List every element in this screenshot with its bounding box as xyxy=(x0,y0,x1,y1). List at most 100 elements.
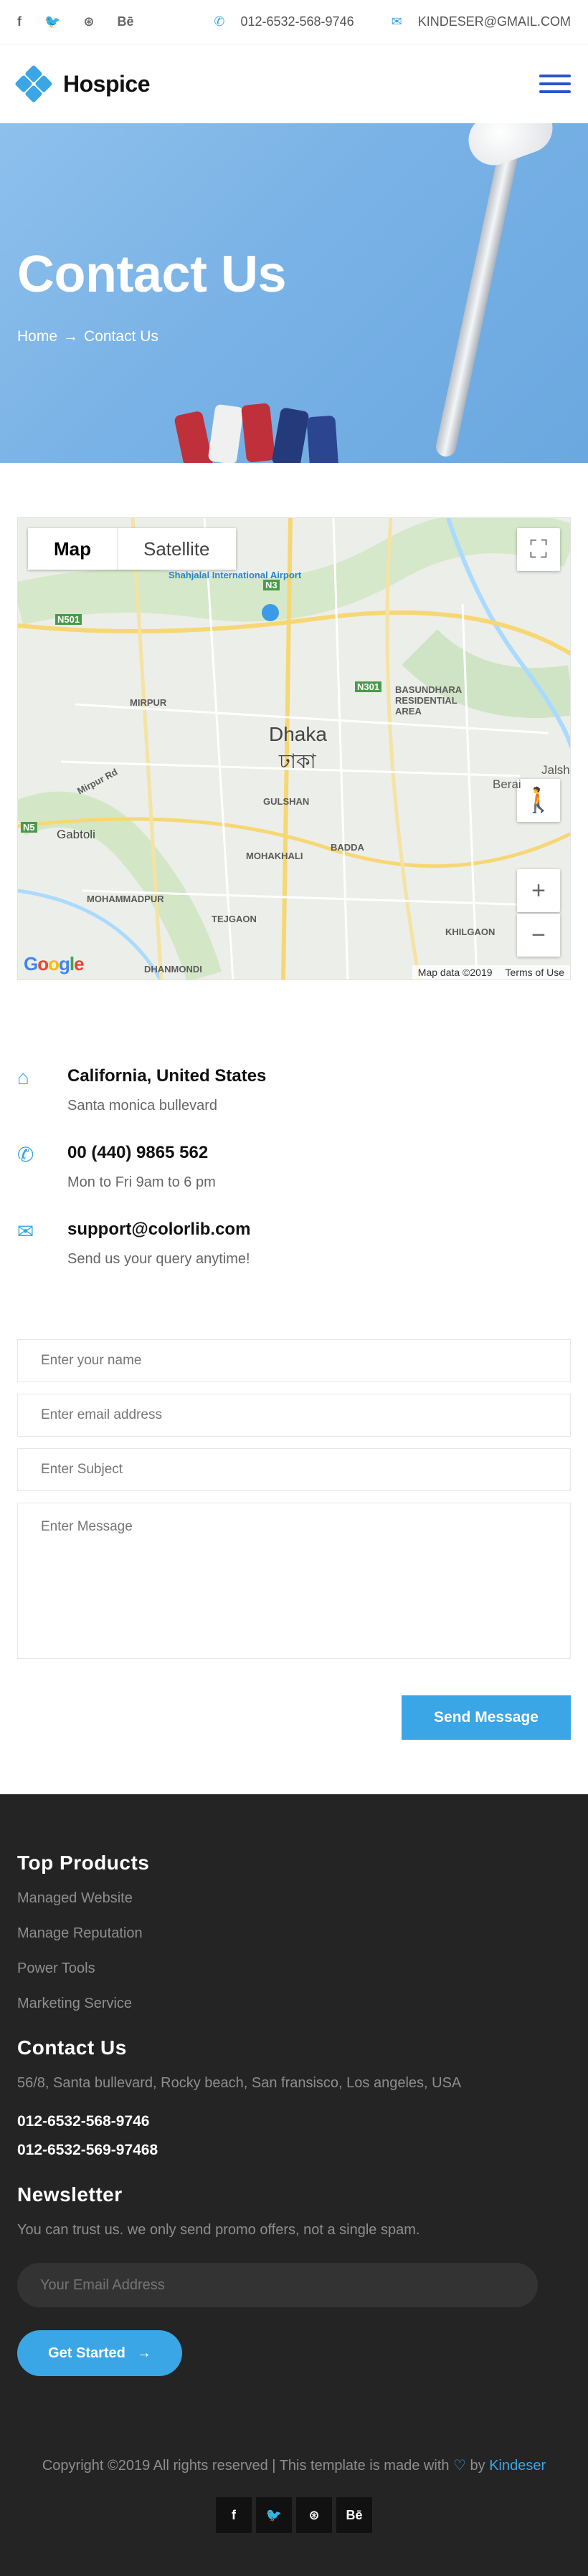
map-label-mohakhali: MOHAKHALI xyxy=(246,851,303,861)
behance-icon[interactable]: Bē xyxy=(336,2497,372,2533)
dribbble-icon[interactable]: ⊛ xyxy=(83,14,94,29)
site-header: Hospice xyxy=(0,44,588,123)
road-badge-n5: N5 xyxy=(21,822,37,833)
product-link[interactable]: Power Tools xyxy=(17,1960,571,1977)
behance-icon[interactable]: Bē xyxy=(118,14,134,29)
google-logo: Google xyxy=(24,953,85,975)
footer-products: Top Products Managed Website Manage Repu… xyxy=(17,1852,571,2012)
zoom-out-button[interactable]: − xyxy=(517,914,560,957)
menu-icon[interactable] xyxy=(539,75,571,93)
email-input[interactable] xyxy=(17,1394,571,1437)
twitter-icon[interactable]: 🐦 xyxy=(256,2497,292,2533)
hero-banner: Contact Us Home → Contact Us xyxy=(0,123,588,463)
toy-blocks-image xyxy=(172,398,359,463)
map-label-mirpur: MIRPUR xyxy=(130,697,167,708)
product-link[interactable]: Manage Reputation xyxy=(17,1925,571,1942)
map-label-badda: BADDA xyxy=(331,842,364,853)
map-label-dhaka-bn: ঢাকা xyxy=(279,750,316,772)
breadcrumb-current: Contact Us xyxy=(84,328,158,345)
map-label-berai: Berai xyxy=(493,777,521,791)
address-title: California, United States xyxy=(67,1066,267,1086)
email-title[interactable]: support@colorlib.com xyxy=(67,1220,250,1240)
map-label-gulshan: GULSHAN xyxy=(263,796,310,807)
mail-icon: ✉ xyxy=(17,1220,34,1242)
copyright-brand-link[interactable]: Kindeser xyxy=(489,2458,546,2474)
road-badge-n3: N3 xyxy=(263,580,280,590)
copyright-text: Copyright ©2019 All rights reserved | Th… xyxy=(42,2458,450,2474)
top-phone-text: 012-6532-568-9746 xyxy=(240,14,354,29)
footer-phone-1[interactable]: 012-6532-568-9746 xyxy=(17,2113,571,2130)
zoom-in-button[interactable]: + xyxy=(517,869,560,912)
newsletter-email-input[interactable] xyxy=(17,2263,538,2307)
map-label-gabtoli: Gabtoli xyxy=(57,828,95,841)
map-label-airport: Shahjalal International Airport xyxy=(169,570,302,580)
map-label-basundhara: BASUNDHARA RESIDENTIAL AREA xyxy=(395,684,462,717)
home-icon: ⌂ xyxy=(17,1066,29,1088)
breadcrumb-home[interactable]: Home xyxy=(17,328,57,345)
page-title: Contact Us xyxy=(17,246,287,303)
contact-info: ⌂ California, United States Santa monica… xyxy=(0,980,588,1268)
dribbble-icon[interactable]: ⊛ xyxy=(296,2497,332,2533)
phone-icon: ✆ xyxy=(214,14,225,29)
message-input[interactable] xyxy=(17,1503,571,1659)
copyright: Copyright ©2019 All rights reserved | Th… xyxy=(17,2456,571,2474)
contact-email: ✉ support@colorlib.com Send us your quer… xyxy=(17,1220,571,1268)
facebook-icon[interactable]: f xyxy=(216,2497,252,2533)
footer-contact: Contact Us 56/8, Santa bullevard, Rocky … xyxy=(17,2036,571,2159)
mail-icon: ✉ xyxy=(391,14,402,29)
fullscreen-icon[interactable]: ⛶ xyxy=(517,528,560,571)
newsletter-desc: You can trust us. we only send promo off… xyxy=(17,2222,420,2238)
map-label-jalsh: Jalsh xyxy=(541,763,570,777)
email-desc: Send us your query anytime! xyxy=(67,1251,250,1267)
footer-phone-2[interactable]: 012-6532-569-97468 xyxy=(17,2142,571,2159)
phone-title[interactable]: 00 (440) 9865 562 xyxy=(67,1143,216,1163)
twitter-icon[interactable]: 🐦 xyxy=(44,14,60,29)
top-email[interactable]: ✉ KINDESER@GMAIL.COM xyxy=(392,14,571,29)
map-tab[interactable]: Map xyxy=(28,528,118,570)
get-started-button[interactable]: Get Started → xyxy=(17,2330,182,2376)
road-badge-n301: N301 xyxy=(355,681,382,692)
name-input[interactable] xyxy=(17,1339,571,1382)
top-contacts: ✆ 012-6532-568-9746 ✉ KINDESER@GMAIL.COM xyxy=(214,14,571,29)
arrow-right-icon: → xyxy=(63,328,79,345)
phone-icon: ✆ xyxy=(17,1144,34,1166)
footer: Top Products Managed Website Manage Repu… xyxy=(0,1794,588,2576)
map-label-mohammadpur: MOHAMMADPUR xyxy=(87,894,164,904)
road-badge-n501: N501 xyxy=(55,614,82,625)
logo-icon xyxy=(14,64,53,103)
top-phone[interactable]: ✆ 012-6532-568-9746 xyxy=(214,14,354,29)
map[interactable]: Map Satellite ⛶ 🚶 + − Shahjalal Internat… xyxy=(17,517,571,980)
contact-phone: ✆ 00 (440) 9865 562 Mon to Fri 9am to 6 … xyxy=(17,1143,571,1191)
breadcrumb: Home → Contact Us xyxy=(17,328,158,345)
newsletter-heading: Newsletter xyxy=(17,2183,123,2206)
get-started-label: Get Started xyxy=(48,2345,125,2361)
contact-heading: Contact Us xyxy=(17,2036,127,2059)
subject-input[interactable] xyxy=(17,1448,571,1491)
contact-form: Send Message xyxy=(0,1296,588,1740)
arrow-right-icon: → xyxy=(136,2345,151,2361)
map-label-dhaka: Dhaka xyxy=(269,723,327,745)
address-desc: Santa monica bullevard xyxy=(67,1098,218,1114)
social-links: f 🐦 ⊛ Bē xyxy=(17,14,134,29)
map-label-tejgaon: TEJGAON xyxy=(212,914,257,924)
footer-address: 56/8, Santa bullevard, Rocky beach, San … xyxy=(17,2075,462,2091)
phone-desc: Mon to Fri 9am to 6 pm xyxy=(67,1174,216,1190)
brand-name: Hospice xyxy=(63,70,150,97)
logo[interactable]: Hospice xyxy=(14,64,150,103)
facebook-icon[interactable]: f xyxy=(17,14,22,29)
send-message-button[interactable]: Send Message xyxy=(402,1695,571,1740)
top-email-text: KINDESER@GMAIL.COM xyxy=(417,14,571,29)
contact-address: ⌂ California, United States Santa monica… xyxy=(17,1066,571,1114)
pegman-icon[interactable]: 🚶 xyxy=(517,779,560,822)
stethoscope-image xyxy=(434,125,524,459)
map-attribution: Map data ©2019 Terms of Use xyxy=(412,965,570,980)
map-label-dhanmondi: DHANMONDI xyxy=(144,964,202,975)
footer-newsletter: Newsletter You can trust us. we only sen… xyxy=(17,2183,571,2376)
satellite-tab[interactable]: Satellite xyxy=(118,528,236,570)
product-link[interactable]: Managed Website xyxy=(17,1890,571,1907)
map-terms-link[interactable]: Terms of Use xyxy=(506,967,564,978)
heart-icon: ♡ xyxy=(453,2458,466,2474)
products-heading: Top Products xyxy=(17,1852,150,1874)
product-link[interactable]: Marketing Service xyxy=(17,1996,571,2012)
map-data-label: Map data ©2019 xyxy=(417,967,493,978)
